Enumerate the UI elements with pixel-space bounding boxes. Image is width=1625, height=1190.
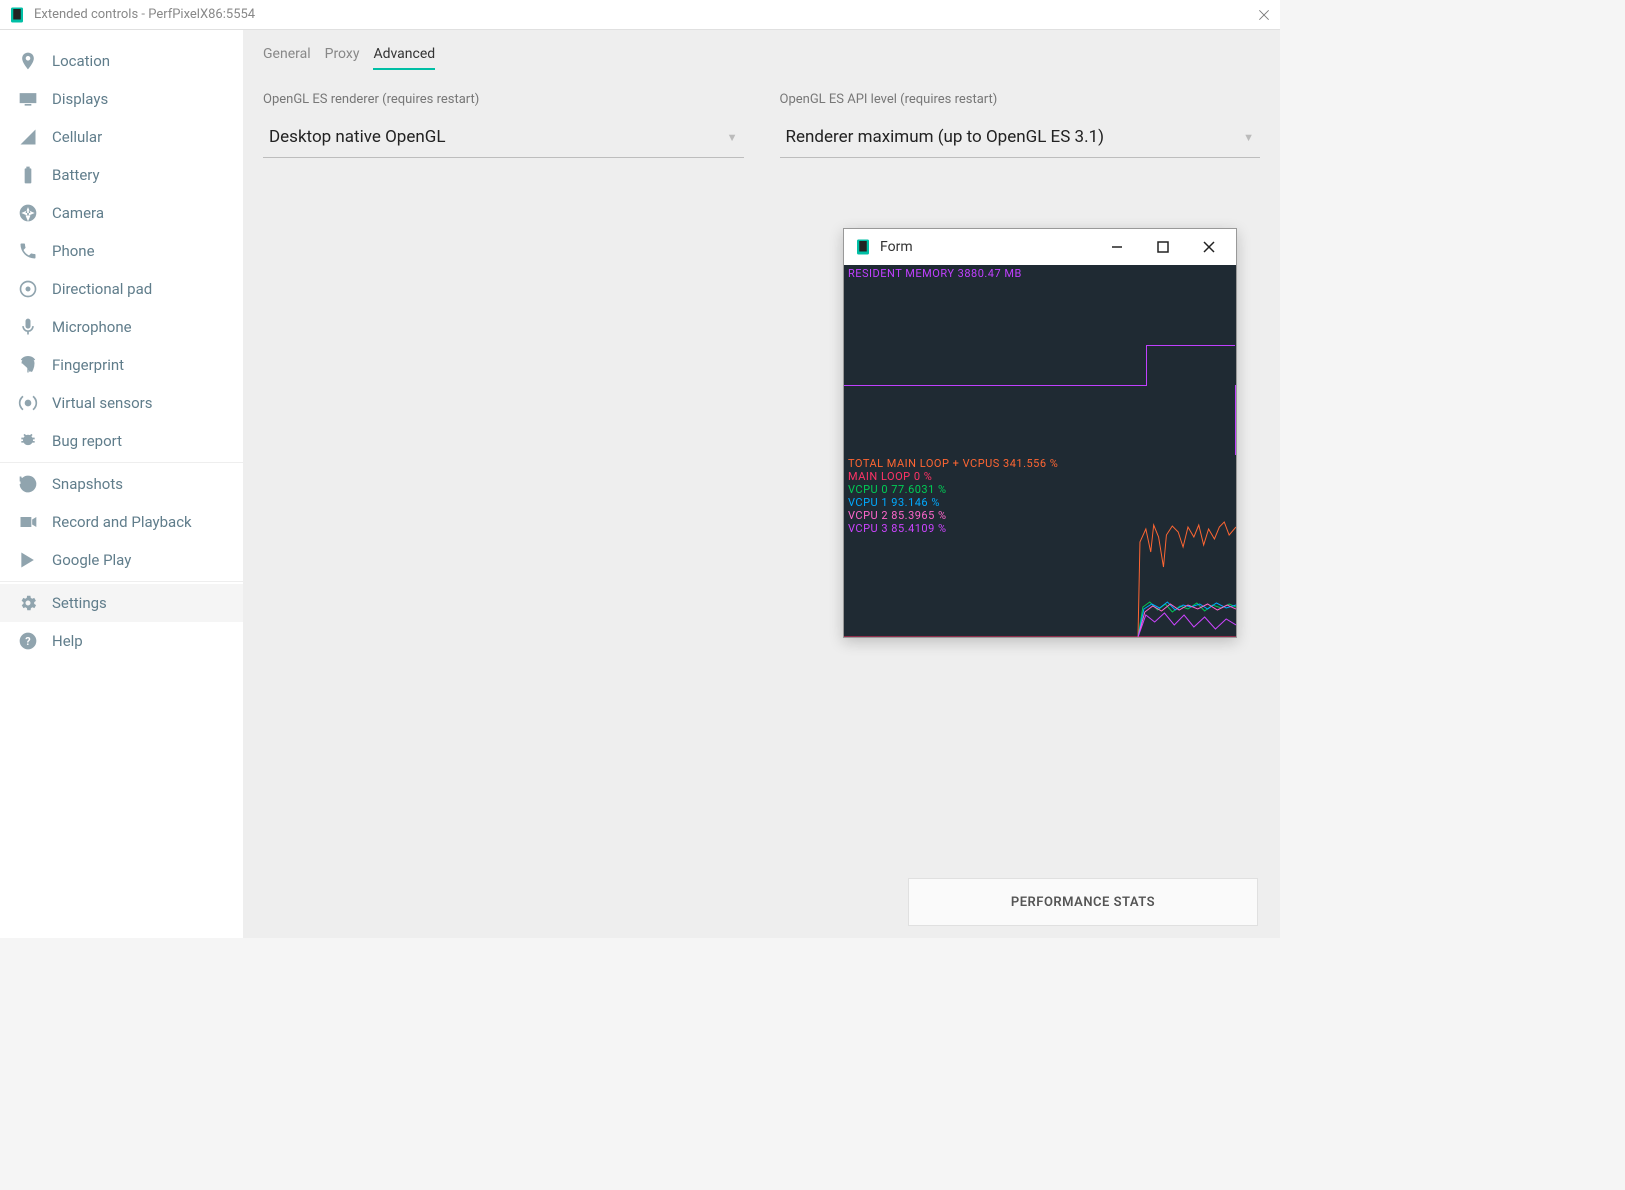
sidebar-item-virtual-sensors[interactable]: Virtual sensors	[0, 384, 243, 422]
sidebar-item-label: Bug report	[52, 432, 122, 450]
sidebar-item-label: Record and Playback	[52, 513, 192, 531]
history-icon	[16, 472, 40, 496]
sensors-icon	[16, 391, 40, 415]
cpu-mainloop: MAIN LOOP 0 %	[848, 470, 932, 483]
sidebar-item-label: Help	[52, 632, 83, 650]
fingerprint-icon	[16, 353, 40, 377]
sidebar-item-label: Settings	[52, 594, 107, 612]
help-icon: ?	[16, 629, 40, 653]
performance-stats-label: PERFORMANCE STATS	[1011, 895, 1155, 910]
cellular-icon	[16, 125, 40, 149]
tabbar: General Proxy Advanced	[263, 46, 1260, 70]
form-title: Form	[880, 239, 1094, 255]
battery-icon	[16, 163, 40, 187]
memory-readout: RESIDENT MEMORY 3880.47 MB	[848, 267, 1022, 280]
api-level-setting: OpenGL ES API level (requires restart) R…	[780, 92, 1261, 158]
sidebar-item-label: Directional pad	[52, 280, 152, 298]
sidebar-item-label: Google Play	[52, 551, 131, 569]
sidebar-item-dpad[interactable]: Directional pad	[0, 270, 243, 308]
location-icon	[16, 49, 40, 73]
renderer-label: OpenGL ES renderer (requires restart)	[263, 92, 744, 107]
performance-stats-button[interactable]: PERFORMANCE STATS	[908, 878, 1258, 926]
play-store-icon	[16, 548, 40, 572]
tab-proxy[interactable]: Proxy	[325, 46, 360, 70]
sidebar-item-help[interactable]: ? Help	[0, 622, 243, 660]
minimize-button[interactable]	[1094, 231, 1140, 263]
titlebar: Extended controls - PerfPixelX86:5554	[0, 0, 1280, 30]
camera-icon	[16, 201, 40, 225]
sidebar-item-settings[interactable]: Settings	[0, 584, 243, 622]
microphone-icon	[16, 315, 40, 339]
tab-advanced[interactable]: Advanced	[373, 46, 435, 70]
close-button[interactable]	[1186, 231, 1232, 263]
caret-down-icon: ▼	[1243, 131, 1254, 144]
sidebar-item-label: Camera	[52, 204, 104, 222]
cpu-total: TOTAL MAIN LOOP + VCPUS 341.556 %	[848, 457, 1058, 470]
memory-graph-line	[844, 385, 1236, 455]
window-title: Extended controls - PerfPixelX86:5554	[34, 7, 1256, 22]
sidebar-item-label: Fingerprint	[52, 356, 124, 374]
performance-chart: RESIDENT MEMORY 3880.47 MB TOTAL MAIN LO…	[844, 265, 1236, 637]
sidebar-item-record-playback[interactable]: Record and Playback	[0, 503, 243, 541]
phone-icon	[16, 239, 40, 263]
video-icon	[16, 510, 40, 534]
sidebar-item-microphone[interactable]: Microphone	[0, 308, 243, 346]
displays-icon	[16, 87, 40, 111]
sidebar-item-displays[interactable]: Displays	[0, 80, 243, 118]
sidebar-item-label: Virtual sensors	[52, 394, 152, 412]
sidebar-item-label: Location	[52, 52, 110, 70]
app-icon	[854, 238, 872, 256]
cpu-graph	[844, 507, 1236, 637]
bug-icon	[16, 429, 40, 453]
maximize-button[interactable]	[1140, 231, 1186, 263]
gear-icon	[16, 591, 40, 615]
sidebar-item-snapshots[interactable]: Snapshots	[0, 465, 243, 503]
form-titlebar: Form	[844, 229, 1236, 265]
api-level-select[interactable]: Renderer maximum (up to OpenGL ES 3.1) ▼	[780, 121, 1261, 158]
performance-form-window[interactable]: Form RESIDENT MEMORY 3880.47 MB TOTAL MA…	[843, 228, 1237, 638]
sidebar: Location Displays Cellular Battery Camer…	[0, 30, 243, 938]
sidebar-item-bug-report[interactable]: Bug report	[0, 422, 243, 460]
sidebar-item-phone[interactable]: Phone	[0, 232, 243, 270]
caret-down-icon: ▼	[727, 131, 738, 144]
api-level-label: OpenGL ES API level (requires restart)	[780, 92, 1261, 107]
app-icon	[8, 6, 26, 24]
sidebar-item-label: Snapshots	[52, 475, 123, 493]
sidebar-item-google-play[interactable]: Google Play	[0, 541, 243, 579]
tab-general[interactable]: General	[263, 46, 311, 70]
main-panel: General Proxy Advanced OpenGL ES rendere…	[243, 30, 1280, 938]
sidebar-item-label: Battery	[52, 166, 100, 184]
sidebar-item-fingerprint[interactable]: Fingerprint	[0, 346, 243, 384]
sidebar-item-location[interactable]: Location	[0, 42, 243, 80]
sidebar-item-label: Microphone	[52, 318, 132, 336]
sidebar-item-cellular[interactable]: Cellular	[0, 118, 243, 156]
sidebar-item-label: Cellular	[52, 128, 102, 146]
sidebar-item-camera[interactable]: Camera	[0, 194, 243, 232]
close-icon[interactable]	[1256, 7, 1272, 23]
sidebar-item-battery[interactable]: Battery	[0, 156, 243, 194]
cpu-vcpu0: VCPU 0 77.6031 %	[848, 483, 947, 496]
svg-text:?: ?	[25, 635, 30, 648]
sidebar-item-label: Displays	[52, 90, 108, 108]
renderer-select[interactable]: Desktop native OpenGL ▼	[263, 121, 744, 158]
api-level-value: Renderer maximum (up to OpenGL ES 3.1)	[786, 127, 1105, 147]
renderer-value: Desktop native OpenGL	[269, 127, 445, 147]
dpad-icon	[16, 277, 40, 301]
renderer-setting: OpenGL ES renderer (requires restart) De…	[263, 92, 744, 158]
sidebar-item-label: Phone	[52, 242, 95, 260]
